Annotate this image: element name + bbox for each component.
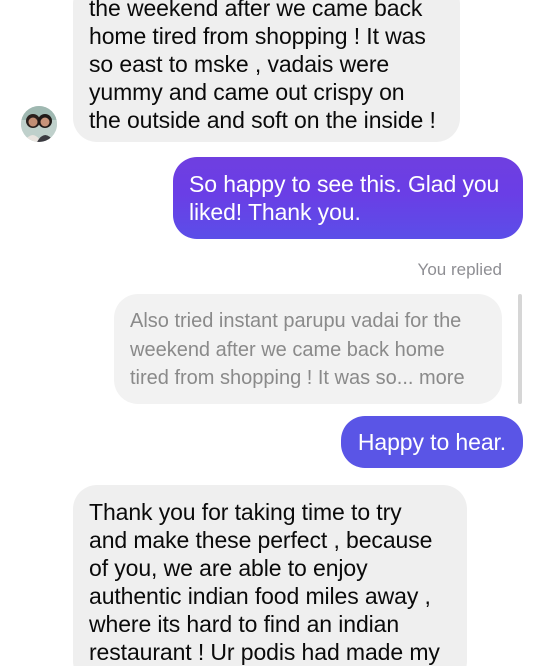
quoted-text-line: Also tried instant parupu vadai for the <box>130 310 462 332</box>
message-text-line: and make these perfect , because <box>89 527 433 553</box>
quoted-text-line: weekend after we came back home <box>130 338 445 361</box>
message-text-line: so east to mske , vadais were <box>89 51 390 77</box>
message-text-line: home tired from shopping ! It was <box>89 23 426 49</box>
message-text: Happy to hear. <box>357 429 507 455</box>
message-text-line: the weekend after we came back <box>89 0 423 21</box>
message-text-line: authentic indian food miles away , <box>89 583 431 609</box>
outgoing-message-bubble[interactable]: So happy to see this. Glad you liked! Th… <box>173 157 523 239</box>
message-text-line: the outside and soft on the inside ! <box>89 107 436 133</box>
message-text-line: liked! Thank you. <box>189 199 361 225</box>
reply-indicator-bar <box>518 294 522 404</box>
chat-thread: the weekend after we came back home tire… <box>0 0 533 666</box>
message-text-line: where its hard to find an indian <box>89 611 400 637</box>
outgoing-message-bubble[interactable]: Happy to hear. <box>341 416 523 468</box>
message-text-line: yummy and came out crispy on <box>89 79 405 105</box>
incoming-message-bubble[interactable]: Thank you for taking time to try and mak… <box>73 485 467 666</box>
sender-avatar[interactable] <box>21 106 57 142</box>
message-text-line: So happy to see this. Glad you <box>189 171 500 197</box>
message-text-line: of you, we are able to enjoy <box>89 555 368 581</box>
quoted-message[interactable]: Also tried instant parupu vadai for the … <box>114 294 502 404</box>
quoted-text-line: tired from shopping ! It was so... more <box>130 367 465 389</box>
incoming-message-bubble[interactable]: the weekend after we came back home tire… <box>73 0 460 142</box>
message-text-line: Thank you for taking time to try <box>89 499 402 525</box>
reply-label: You replied <box>417 260 502 279</box>
message-text-line: restaurant ! Ur podis had made my <box>89 639 440 665</box>
avatar-photo-icon <box>21 106 57 142</box>
